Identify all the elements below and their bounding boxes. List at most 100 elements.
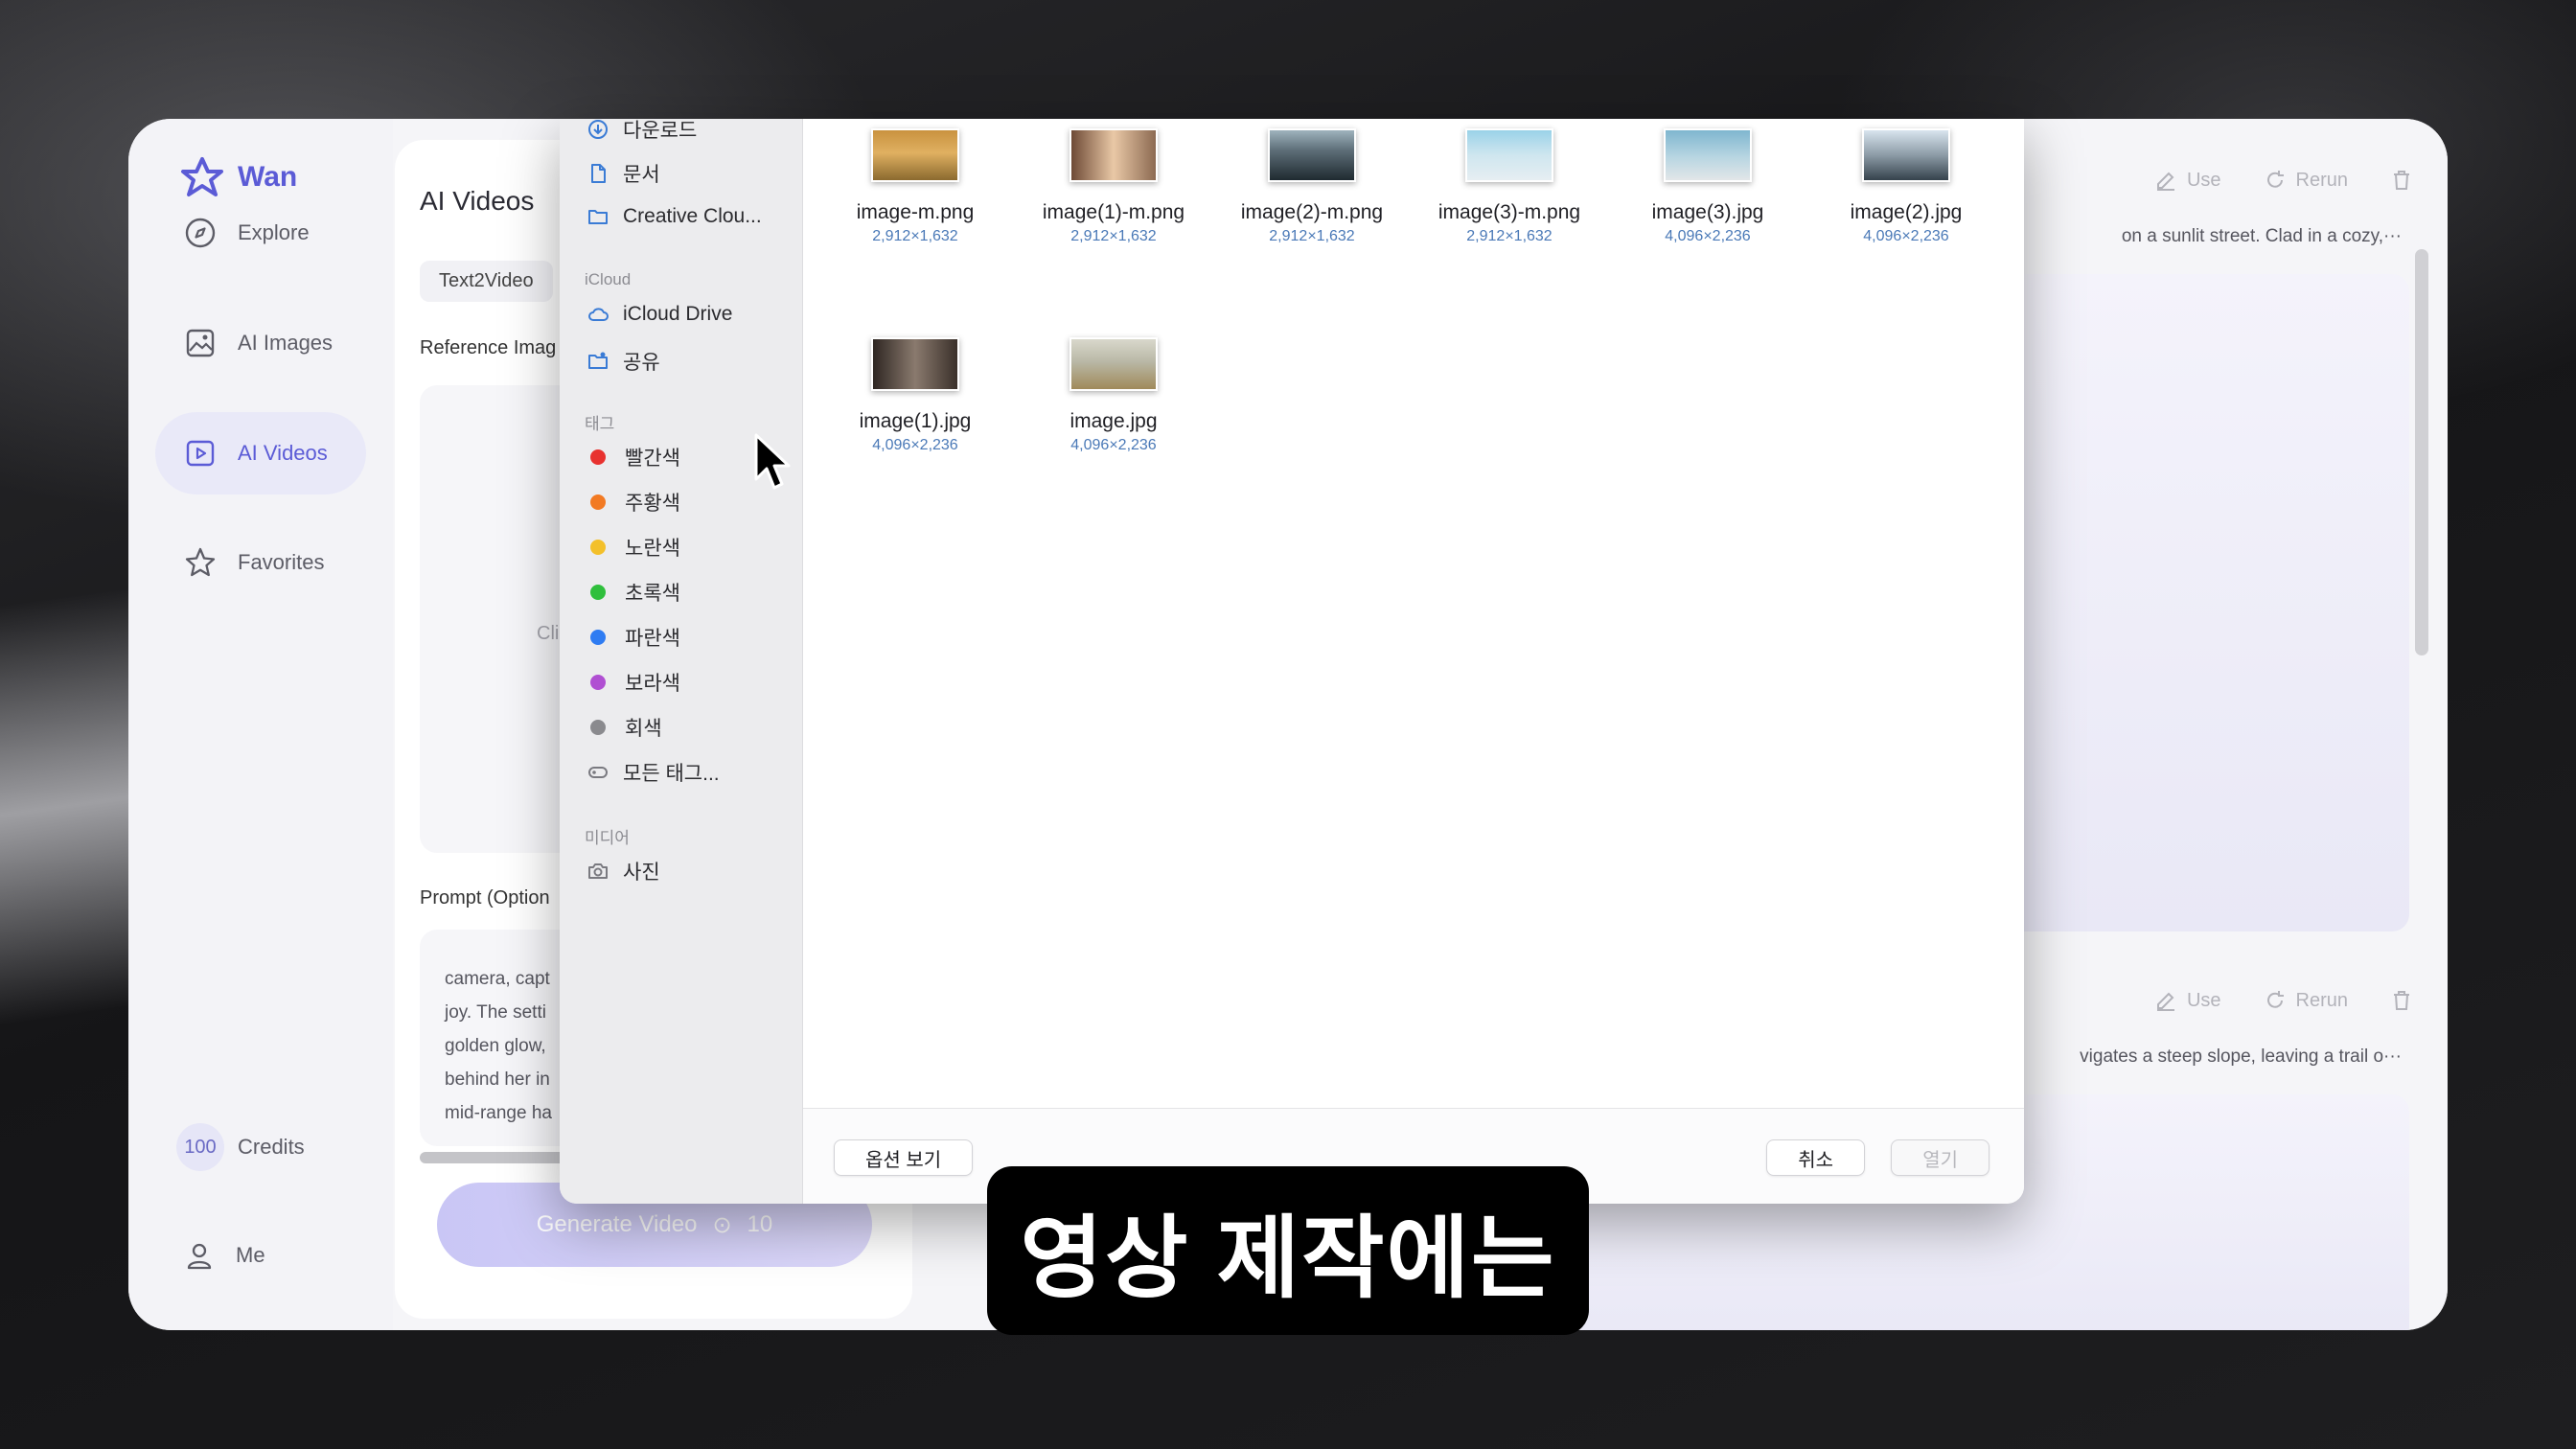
edit-icon [2156, 172, 2174, 191]
file-item[interactable]: image(3).jpg 4,096×2,236 [1609, 128, 1806, 245]
tag-dot [590, 720, 606, 735]
open-button[interactable]: 열기 [1891, 1139, 1990, 1176]
tag-purple[interactable]: 보라색 [586, 668, 680, 697]
use-button[interactable]: Use [2154, 169, 2221, 192]
tag-blue[interactable]: 파란색 [586, 623, 680, 652]
use-button[interactable]: Use [2154, 989, 2221, 1012]
reference-image-label: Reference Imag [420, 337, 557, 358]
result-actions: Use Rerun [2154, 989, 2413, 1012]
all-tags[interactable]: 모든 태그... [586, 758, 720, 787]
vertical-scrollbar[interactable] [2415, 249, 2428, 656]
star-icon [185, 547, 216, 577]
file-dimensions: 2,912×1,632 [872, 228, 958, 244]
tag-dot [590, 675, 606, 690]
file-name: image(3)-m.png [1438, 201, 1581, 223]
tag-label: 파란색 [625, 628, 680, 650]
file-dimensions: 4,096×2,236 [1070, 437, 1157, 453]
cancel-button[interactable]: 취소 [1766, 1139, 1865, 1176]
tab-text2video[interactable]: Text2Video [420, 261, 553, 302]
credit-cost-icon: ⊙ [712, 1211, 732, 1238]
file-thumbnail [1465, 128, 1553, 182]
file-item[interactable]: image(1)-m.png 2,912×1,632 [1015, 128, 1212, 245]
section-tags: 태그 [585, 415, 615, 433]
delete-button[interactable] [2390, 989, 2413, 1012]
tag-label: 회색 [625, 718, 662, 740]
delete-button[interactable] [2390, 169, 2413, 192]
sidebar-item-shared[interactable]: 공유 [586, 347, 660, 376]
file-name: image.jpg [1070, 410, 1158, 432]
file-thumbnail [1268, 128, 1356, 182]
sidebar-item-label: 문서 [623, 164, 660, 186]
tag-dot [590, 630, 606, 645]
use-label: Use [2186, 989, 2221, 1011]
camera-icon [588, 863, 608, 879]
nav-me[interactable]: Me [184, 1240, 265, 1271]
shared-folder-icon [588, 352, 608, 369]
tag-yellow[interactable]: 노란색 [586, 533, 680, 562]
tag-red[interactable]: 빨간색 [586, 443, 680, 472]
horizontal-scrollbar[interactable] [420, 1152, 573, 1163]
generate-video-label: Generate Video [536, 1211, 698, 1237]
file-item[interactable]: image-m.png 2,912×1,632 [816, 128, 1014, 245]
nav-ai-images[interactable]: AI Images [155, 302, 366, 384]
download-icon [588, 120, 608, 139]
file-item[interactable]: image.jpg 4,096×2,236 [1015, 337, 1212, 454]
file-name: image(1)-m.png [1042, 201, 1185, 223]
nav-explore-label: Explore [238, 220, 310, 244]
section-icloud: iCloud [585, 270, 632, 288]
tag-label: 주황색 [625, 493, 680, 515]
tag-green[interactable]: 초록색 [586, 578, 680, 607]
sidebar-item-label: 공유 [623, 352, 660, 374]
use-label: Use [2186, 169, 2221, 191]
sidebar-item-documents[interactable]: 문서 [586, 159, 660, 188]
credits[interactable]: 100 Credits [176, 1123, 305, 1171]
file-dimensions: 4,096×2,236 [1665, 228, 1751, 244]
file-name: image(2).jpg [1850, 201, 1963, 223]
file-item[interactable]: image(1).jpg 4,096×2,236 [816, 337, 1014, 454]
credits-label: Credits [238, 1135, 305, 1159]
sidebar-item-downloads[interactable]: 다운로드 [586, 119, 697, 144]
nav-favorites[interactable]: Favorites [155, 521, 366, 604]
nav-ai-videos[interactable]: AI Videos [155, 412, 366, 494]
rerun-button[interactable]: Rerun [2264, 989, 2348, 1012]
trash-icon [2394, 171, 2409, 190]
result-prompt: on a sunlit street. Clad in a cozy,··· [2121, 226, 2402, 246]
user-icon [187, 1243, 212, 1270]
sidebar-item-label: Creative Clou... [623, 205, 762, 227]
tag-label: 빨간색 [625, 448, 680, 470]
sidebar-item-label: 사진 [623, 862, 660, 884]
tag-label: 초록색 [625, 583, 680, 605]
tag-gray[interactable]: 회색 [586, 713, 662, 742]
file-open-dialog: 다운로드 문서 Creative Clou... iCloud iCloud D… [560, 119, 2024, 1204]
rerun-label: Rerun [2295, 169, 2348, 191]
section-media: 미디어 [585, 829, 630, 847]
tag-dot [590, 449, 606, 465]
file-name: image(2)-m.png [1240, 201, 1384, 223]
file-thumbnail [871, 128, 959, 182]
result-actions: Use Rerun [2154, 169, 2413, 192]
dialog-sidebar: 다운로드 문서 Creative Clou... iCloud iCloud D… [560, 119, 803, 1204]
edit-icon [2156, 992, 2174, 1011]
file-name: image-m.png [856, 201, 975, 223]
file-item[interactable]: image(3)-m.png 2,912×1,632 [1411, 128, 1608, 245]
sidebar-item-creative-cloud[interactable]: Creative Clou... [586, 205, 762, 228]
rerun-button[interactable]: Rerun [2264, 169, 2348, 192]
file-item[interactable]: image(2)-m.png 2,912×1,632 [1213, 128, 1411, 245]
tag-outline-icon [588, 767, 608, 778]
file-thumbnail [1070, 128, 1158, 182]
nav-favorites-label: Favorites [238, 550, 325, 574]
result-prompt: vigates a steep slope, leaving a trail o… [2080, 1046, 2402, 1067]
options-button[interactable]: 옵션 보기 [834, 1139, 974, 1176]
rerun-label: Rerun [2295, 989, 2348, 1011]
sidebar-item-photos[interactable]: 사진 [586, 857, 660, 886]
file-item[interactable]: image(2).jpg 4,096×2,236 [1807, 128, 2005, 245]
tag-orange[interactable]: 주황색 [586, 488, 680, 517]
document-icon [591, 164, 606, 183]
image-icon [186, 329, 215, 357]
sidebar-item-icloud-drive[interactable]: iCloud Drive [586, 303, 732, 326]
nav-me-label: Me [236, 1243, 265, 1267]
tag-label: 노란색 [625, 538, 680, 560]
nav-explore[interactable]: Explore [155, 192, 366, 274]
sidebar-item-label: iCloud Drive [623, 303, 733, 325]
file-thumbnail [1862, 128, 1950, 182]
